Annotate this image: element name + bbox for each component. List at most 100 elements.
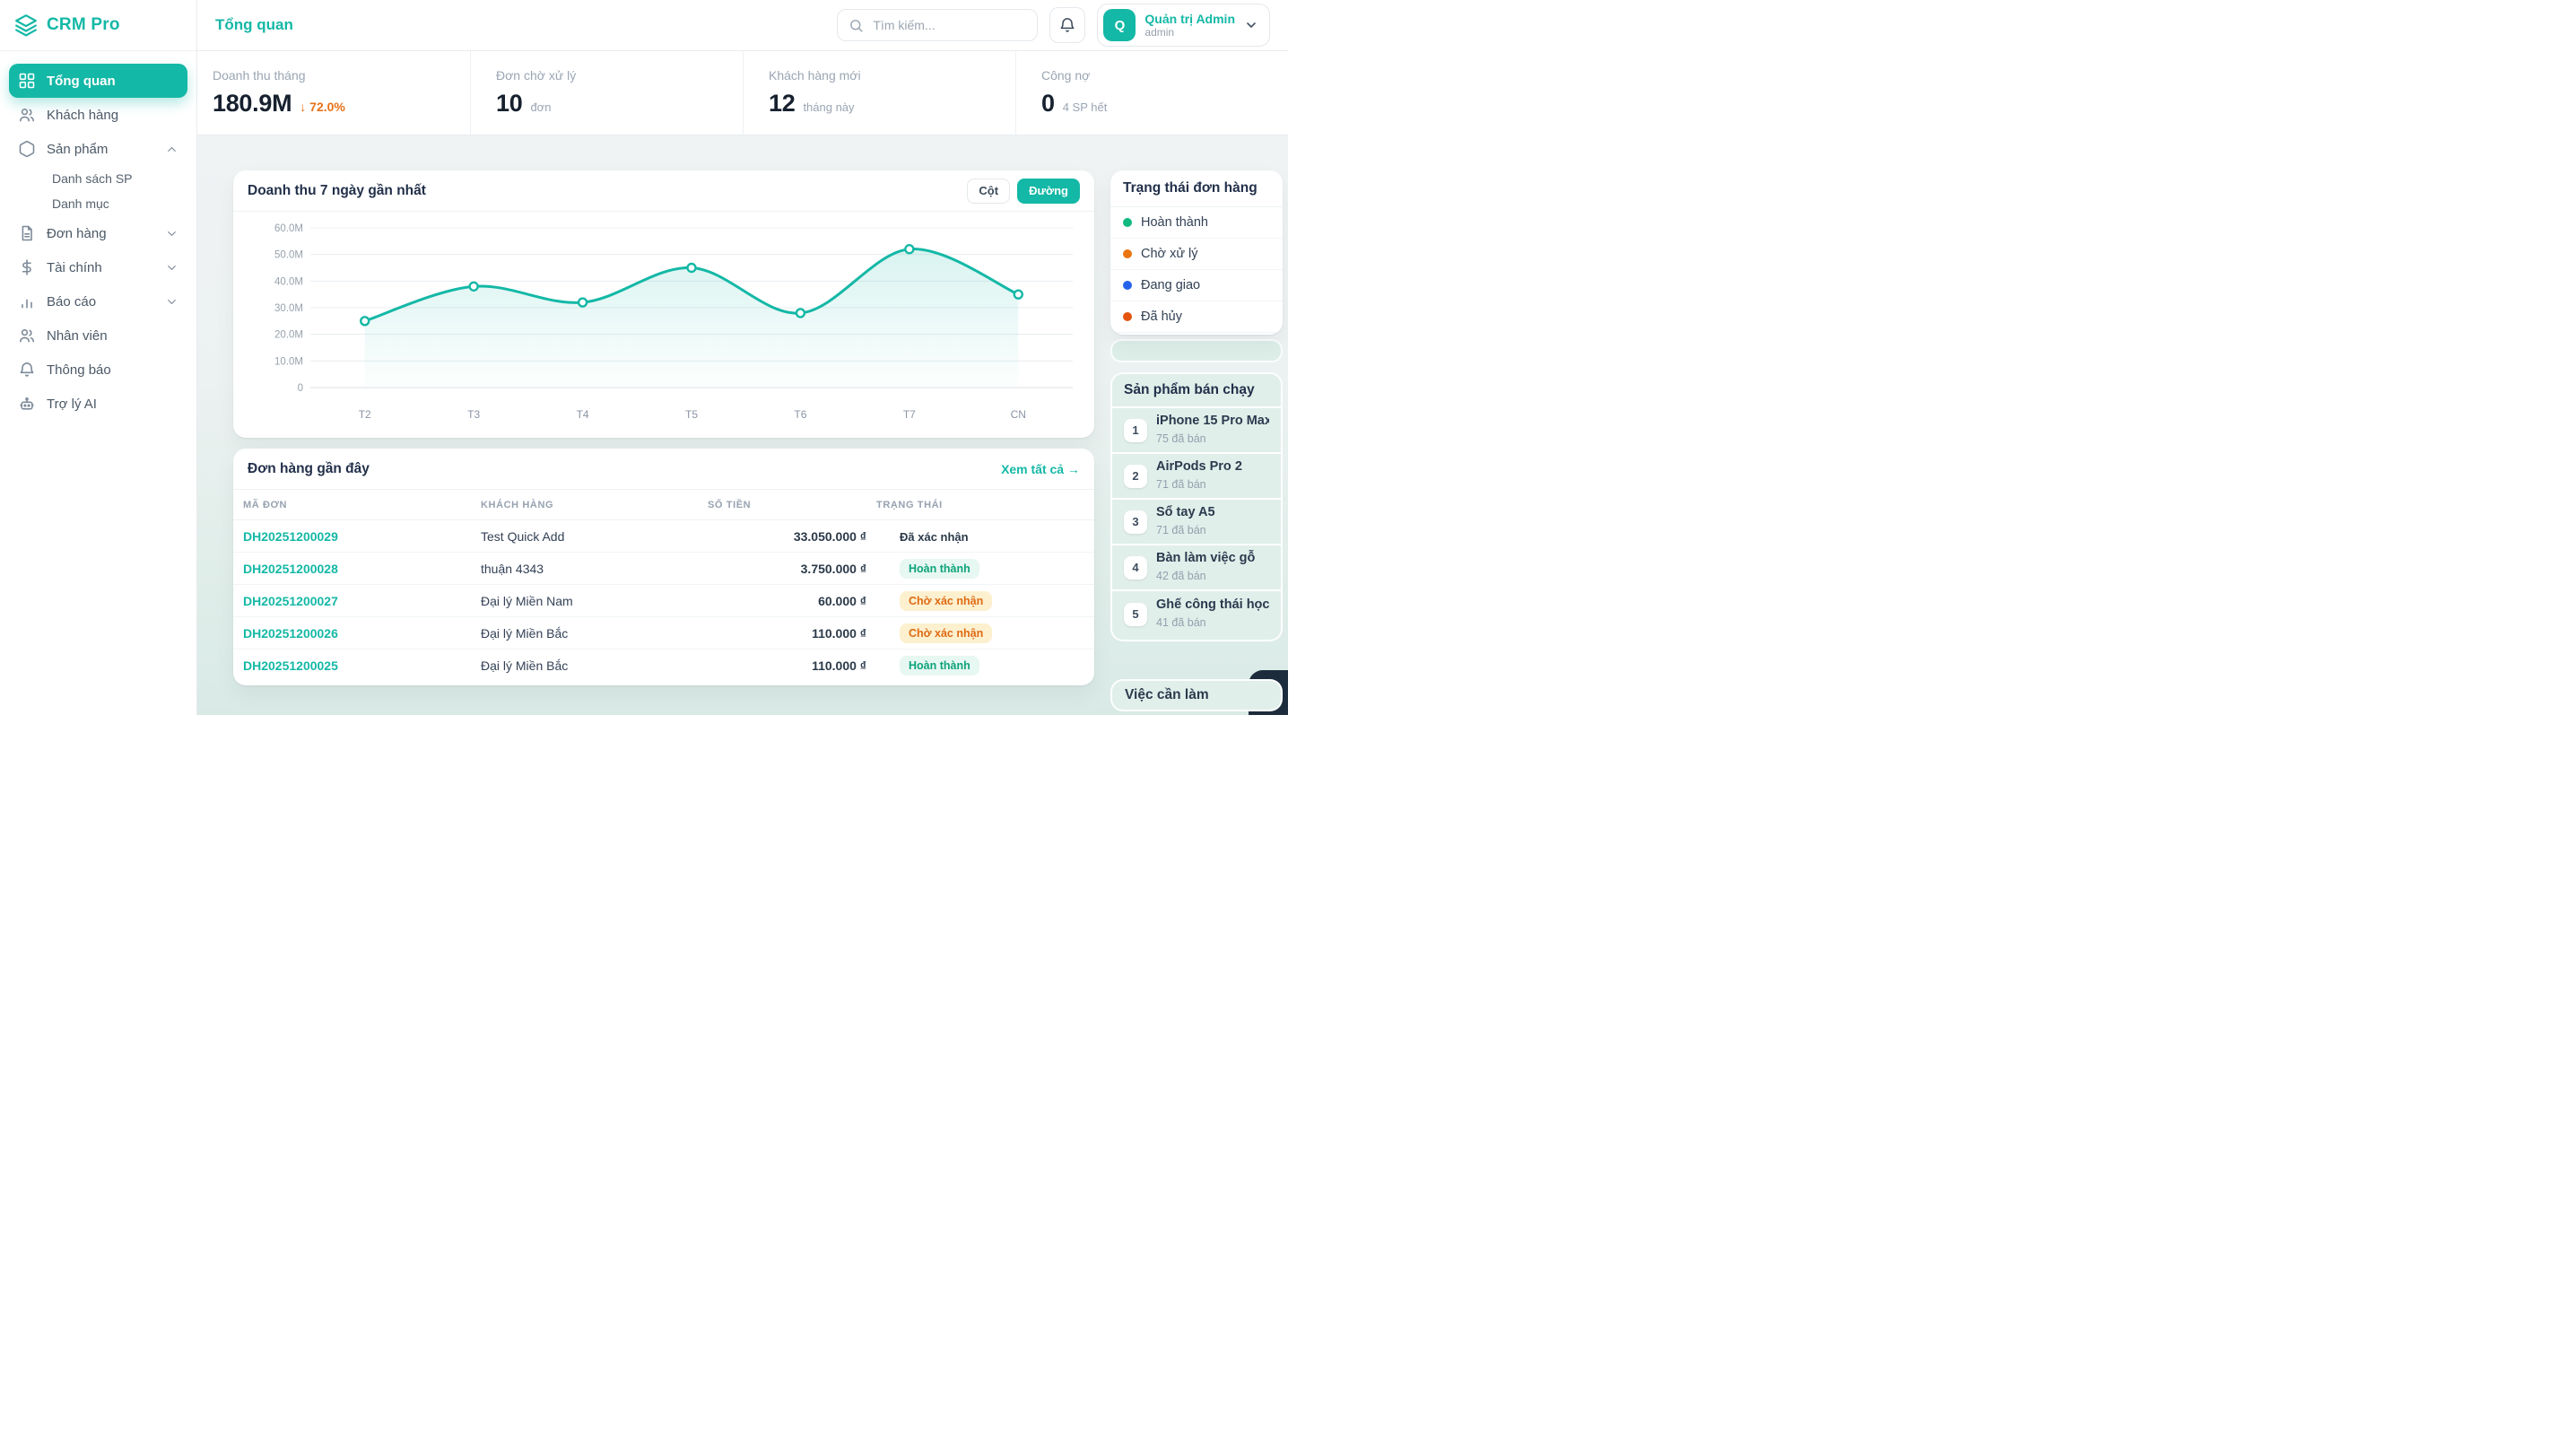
sidebar-item-don-hang[interactable]: Đơn hàng xyxy=(9,216,187,250)
status-legend-item-cho-xu-ly: Chờ xử lý xyxy=(1110,239,1283,270)
sidebar-item-san-pham[interactable]: Sản phẩm xyxy=(9,132,187,166)
chart-toggle-cot[interactable]: Cột xyxy=(967,179,1010,204)
sidebar-item-thong-bao[interactable]: Thông báo xyxy=(9,353,187,387)
sidebar-item-label: Nhân viên xyxy=(47,328,178,344)
order-id-link[interactable]: DH20251200027 xyxy=(233,594,471,608)
bar-chart-icon xyxy=(18,292,36,310)
top-products-panel: Sản phẩm bán chạy 1 iPhone 15 Pro Max 25… xyxy=(1110,372,1283,641)
orders-card-header: Đơn hàng gần đây Xem tất cả → xyxy=(233,449,1094,490)
status-dot xyxy=(1123,249,1132,258)
order-row[interactable]: DH20251200025 Đại lý Miền Bắc 110.000 ₫ … xyxy=(233,650,1094,682)
order-status: Chờ xác nhận xyxy=(866,623,1094,643)
order-status: Đã xác nhận xyxy=(866,529,1094,544)
sidebar-item-bao-cao[interactable]: Báo cáo xyxy=(9,284,187,318)
svg-text:CN: CN xyxy=(1011,408,1026,421)
order-status-title: Trạng thái đơn hàng xyxy=(1123,180,1258,196)
kpi-unit: tháng này xyxy=(803,100,854,114)
order-id-link[interactable]: DH20251200029 xyxy=(233,529,471,544)
sidebar-item-label: Đơn hàng xyxy=(47,226,154,241)
order-amount: 60.000 ₫ xyxy=(698,594,866,608)
todo-card-title: Việc cần làm xyxy=(1125,687,1209,703)
status-badge: Hoàn thành xyxy=(900,559,979,579)
search-input[interactable] xyxy=(871,17,1026,33)
order-customer: thuận 4343 xyxy=(471,562,698,576)
sidebar-item-label: Báo cáo xyxy=(47,294,154,310)
order-status: Chờ xác nhận xyxy=(866,591,1094,611)
order-amount: 3.750.000 ₫ xyxy=(698,562,866,576)
product-sold-count: 71 đã bán xyxy=(1156,478,1206,491)
order-amount: 110.000 ₫ xyxy=(698,658,866,673)
status-badge: Chờ xác nhận xyxy=(900,591,992,611)
kpi-unit: 4 SP hết xyxy=(1063,100,1108,114)
kpi-unit: đơn xyxy=(530,100,551,114)
status-dot xyxy=(1123,218,1132,227)
view-all-orders-link[interactable]: Xem tất cả → xyxy=(1001,462,1080,476)
order-row[interactable]: DH20251200027 Đại lý Miền Nam 60.000 ₫ C… xyxy=(233,585,1094,617)
chevron-down-icon xyxy=(165,295,178,309)
status-label: Đang giao xyxy=(1141,278,1200,292)
collapsed-panel xyxy=(1110,339,1283,362)
bell-icon xyxy=(18,361,36,379)
order-id-link[interactable]: DH20251200028 xyxy=(233,562,471,576)
chart-toggle-duong[interactable]: Đường xyxy=(1017,179,1080,204)
order-id-link[interactable]: DH20251200026 xyxy=(233,626,471,641)
todo-card: Việc cần làm xyxy=(1110,679,1283,711)
product-name: Ghế công thái học xyxy=(1156,597,1269,613)
sidebar-item-label: Sản phẩm xyxy=(47,142,154,157)
user-menu[interactable]: Q Quản trị Admin admin xyxy=(1097,4,1270,47)
kpi-band: Doanh thu tháng 180.9M ↓ 72.0% Đơn chờ x… xyxy=(197,51,1288,135)
user-role: admin xyxy=(1144,26,1235,39)
sidebar-subitem-danh-muc[interactable]: Danh mục xyxy=(9,191,187,216)
product-sold-count: 75 đã bán xyxy=(1156,432,1206,445)
product-list-item: 5 Ghế công thái học 41 đã bán xyxy=(1112,591,1281,637)
product-meta: Ghế công thái học 41 đã bán xyxy=(1156,597,1269,631)
kpi-don-cho-xu-ly: Đơn chờ xử lý 10 đơn xyxy=(470,51,743,135)
sidebar-item-tai-chinh[interactable]: Tài chính xyxy=(9,250,187,284)
status-badge: Hoàn thành xyxy=(900,656,979,676)
sidebar-subitem-danh-sach-sp[interactable]: Danh sách SP xyxy=(9,166,187,191)
svg-text:T2: T2 xyxy=(359,408,371,421)
users-icon xyxy=(18,327,36,344)
layers-logo-icon xyxy=(14,13,38,37)
avatar: Q xyxy=(1103,9,1136,41)
status-legend-item-dang-giao: Đang giao xyxy=(1110,270,1283,301)
svg-text:20.0M: 20.0M xyxy=(274,330,303,341)
sidebar-item-khach-hang[interactable]: Khách hàng xyxy=(9,98,187,132)
product-sold-count: 71 đã bán xyxy=(1156,524,1206,536)
notifications-button[interactable] xyxy=(1049,7,1085,43)
order-customer: Đại lý Miền Bắc xyxy=(471,658,698,673)
sidebar-nav: Tổng quanKhách hàng Sản phẩm Danh sách SPD… xyxy=(0,51,196,421)
svg-text:50.0M: 50.0M xyxy=(274,250,303,261)
user-meta: Quản trị Admin admin xyxy=(1144,12,1235,39)
order-row[interactable]: DH20251200028 thuận 4343 3.750.000 ₫ Hoà… xyxy=(233,553,1094,585)
order-row[interactable]: DH20251200029 Test Quick Add 33.050.000 … xyxy=(233,520,1094,553)
robot-icon xyxy=(18,395,36,413)
column-header-so-tien: SỐ TIỀN xyxy=(698,500,866,510)
status-dot xyxy=(1123,312,1132,321)
header-actions: Q Quản trị Admin admin xyxy=(837,4,1270,47)
chart-type-toggles: Cột Đường xyxy=(967,179,1080,204)
product-list-item: 4 Bàn làm việc gỗ 42 đã bán xyxy=(1112,545,1281,591)
sidebar-item-tro-ly-ai[interactable]: Trợ lý AI xyxy=(9,387,187,421)
product-meta: iPhone 15 Pro Max 25 75 đã bán xyxy=(1156,413,1269,447)
sidebar-item-nhan-vien[interactable]: Nhân viên xyxy=(9,318,187,353)
kpi-delta: ↓ 72.0% xyxy=(300,100,345,114)
column-header-khach-hang: KHÁCH HÀNG xyxy=(471,500,698,510)
product-name: Sổ tay A5 xyxy=(1156,504,1215,520)
recent-orders-card: Đơn hàng gần đây Xem tất cả → MÃ ĐƠNKHÁC… xyxy=(233,449,1094,685)
chevron-down-icon xyxy=(165,227,178,240)
order-status-header: Trạng thái đơn hàng xyxy=(1110,170,1283,207)
chevron-down-icon xyxy=(165,261,178,275)
top-header: Tổng quan Q xyxy=(197,0,1288,51)
revenue-chart-card: Doanh thu 7 ngày gần nhất CộtĐường 010.0… xyxy=(233,170,1094,438)
sidebar-item-tong-quan[interactable]: Tổng quan xyxy=(9,64,187,98)
search-box[interactable] xyxy=(837,9,1038,41)
order-row[interactable]: DH20251200026 Đại lý Miền Bắc 110.000 ₫ … xyxy=(233,617,1094,650)
product-sold-count: 41 đã bán xyxy=(1156,616,1206,629)
order-id-link[interactable]: DH20251200025 xyxy=(233,658,471,673)
dollar-icon xyxy=(18,258,36,276)
rank-badge: 4 xyxy=(1124,556,1147,580)
product-list-item: 3 Sổ tay A5 71 đã bán xyxy=(1112,500,1281,545)
rank-badge: 5 xyxy=(1124,603,1147,626)
sidebar-item-label: Tài chính xyxy=(47,260,154,275)
